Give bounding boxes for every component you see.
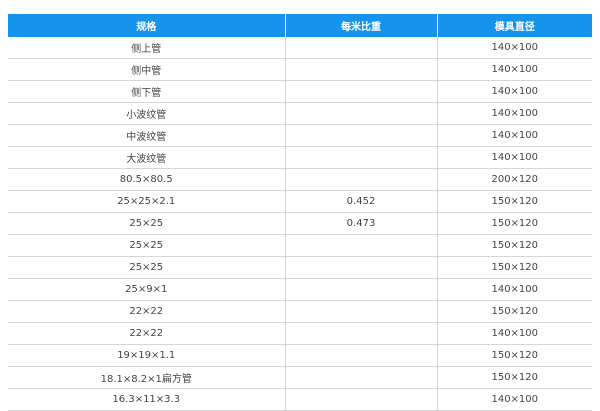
table-body: 侧上管 140×100 侧中管 140×100 侧下管 140×100 小波纹管 140×10… (8, 37, 592, 411)
header-weight-per-meter: 每米比重 (285, 14, 438, 37)
cell-spec: 18.1×8.2×1扁方管 (8, 366, 286, 389)
cell-weight-per-meter (285, 37, 438, 59)
header-row: 规格 每米比重 模具直径 (8, 14, 592, 37)
table-row: 19×19×1.1 150×120 (8, 344, 592, 367)
table-row: 25×25×2.1 0.452 150×120 (8, 190, 592, 213)
cell-mold-diameter: 200×120 (437, 168, 592, 191)
cell-mold-diameter: 150×120 (437, 256, 592, 279)
cell-weight-per-meter (285, 300, 438, 323)
table-row: 80.5×80.5 200×120 (8, 168, 592, 191)
cell-spec: 25×25 (8, 256, 286, 279)
cell-spec: 19×19×1.1 (8, 344, 286, 367)
cell-weight-per-meter (285, 58, 438, 81)
cell-mold-diameter: 150×120 (437, 344, 592, 367)
header-spec: 规格 (8, 14, 286, 37)
cell-weight-per-meter (285, 124, 438, 147)
cell-spec: 小波纹管 (8, 102, 286, 125)
cell-weight-per-meter: 0.452 (285, 190, 438, 213)
table-header: 规格 每米比重 模具直径 (8, 14, 592, 37)
cell-mold-diameter: 150×120 (437, 300, 592, 323)
table-row: 22×22 150×120 (8, 300, 592, 323)
cell-weight-per-meter (285, 234, 438, 257)
cell-spec: 25×9×1 (8, 278, 286, 301)
cell-mold-diameter: 140×100 (437, 37, 592, 59)
cell-weight-per-meter (285, 102, 438, 125)
table-row: 侧上管 140×100 (8, 37, 592, 59)
cell-mold-diameter: 140×100 (437, 58, 592, 81)
spec-table: 规格 每米比重 模具直径 侧上管 140×100 侧中管 140×100 侧下管 140×… (8, 14, 592, 411)
table-row: 大波纹管 140×100 (8, 146, 592, 169)
cell-weight-per-meter (285, 80, 438, 103)
header-mold-diameter: 模具直径 (437, 14, 592, 37)
cell-spec: 25×25 (8, 234, 286, 257)
cell-mold-diameter: 150×120 (437, 212, 592, 235)
cell-mold-diameter: 140×100 (437, 322, 592, 345)
cell-spec: 22×22 (8, 300, 286, 323)
cell-spec: 25×25×2.1 (8, 190, 286, 213)
table-row: 侧中管 140×100 (8, 58, 592, 81)
cell-weight-per-meter (285, 278, 438, 301)
cell-spec: 80.5×80.5 (8, 168, 286, 191)
table-row: 中波纹管 140×100 (8, 124, 592, 147)
cell-weight-per-meter: 0.473 (285, 212, 438, 235)
cell-mold-diameter: 140×100 (437, 146, 592, 169)
cell-mold-diameter: 150×120 (437, 234, 592, 257)
table-row: 25×9×1 140×100 (8, 278, 592, 301)
cell-weight-per-meter (285, 366, 438, 389)
table-row: 18.1×8.2×1扁方管 150×120 (8, 366, 592, 389)
cell-mold-diameter: 140×100 (437, 80, 592, 103)
cell-weight-per-meter (285, 256, 438, 279)
table-row: 侧下管 140×100 (8, 80, 592, 103)
spec-table-container: 规格 每米比重 模具直径 侧上管 140×100 侧中管 140×100 侧下管 140×… (8, 14, 592, 411)
table-row: 25×25 0.473 150×120 (8, 212, 592, 235)
table-row: 25×25 150×120 (8, 234, 592, 257)
cell-weight-per-meter (285, 322, 438, 345)
cell-spec: 大波纹管 (8, 146, 286, 169)
cell-spec: 中波纹管 (8, 124, 286, 147)
cell-weight-per-meter (285, 146, 438, 169)
cell-spec: 侧上管 (8, 37, 286, 59)
table-row: 小波纹管 140×100 (8, 102, 592, 125)
cell-weight-per-meter (285, 344, 438, 367)
cell-spec: 侧中管 (8, 58, 286, 81)
table-row: 22×22 140×100 (8, 322, 592, 345)
table-row: 25×25 150×120 (8, 256, 592, 279)
cell-weight-per-meter (285, 168, 438, 191)
cell-mold-diameter: 150×120 (437, 366, 592, 389)
cell-mold-diameter: 140×100 (437, 124, 592, 147)
cell-spec: 22×22 (8, 322, 286, 345)
cell-mold-diameter: 150×120 (437, 190, 592, 213)
cell-mold-diameter: 140×100 (437, 102, 592, 125)
cell-mold-diameter: 140×100 (437, 278, 592, 301)
cell-spec: 侧下管 (8, 80, 286, 103)
cell-spec: 25×25 (8, 212, 286, 235)
